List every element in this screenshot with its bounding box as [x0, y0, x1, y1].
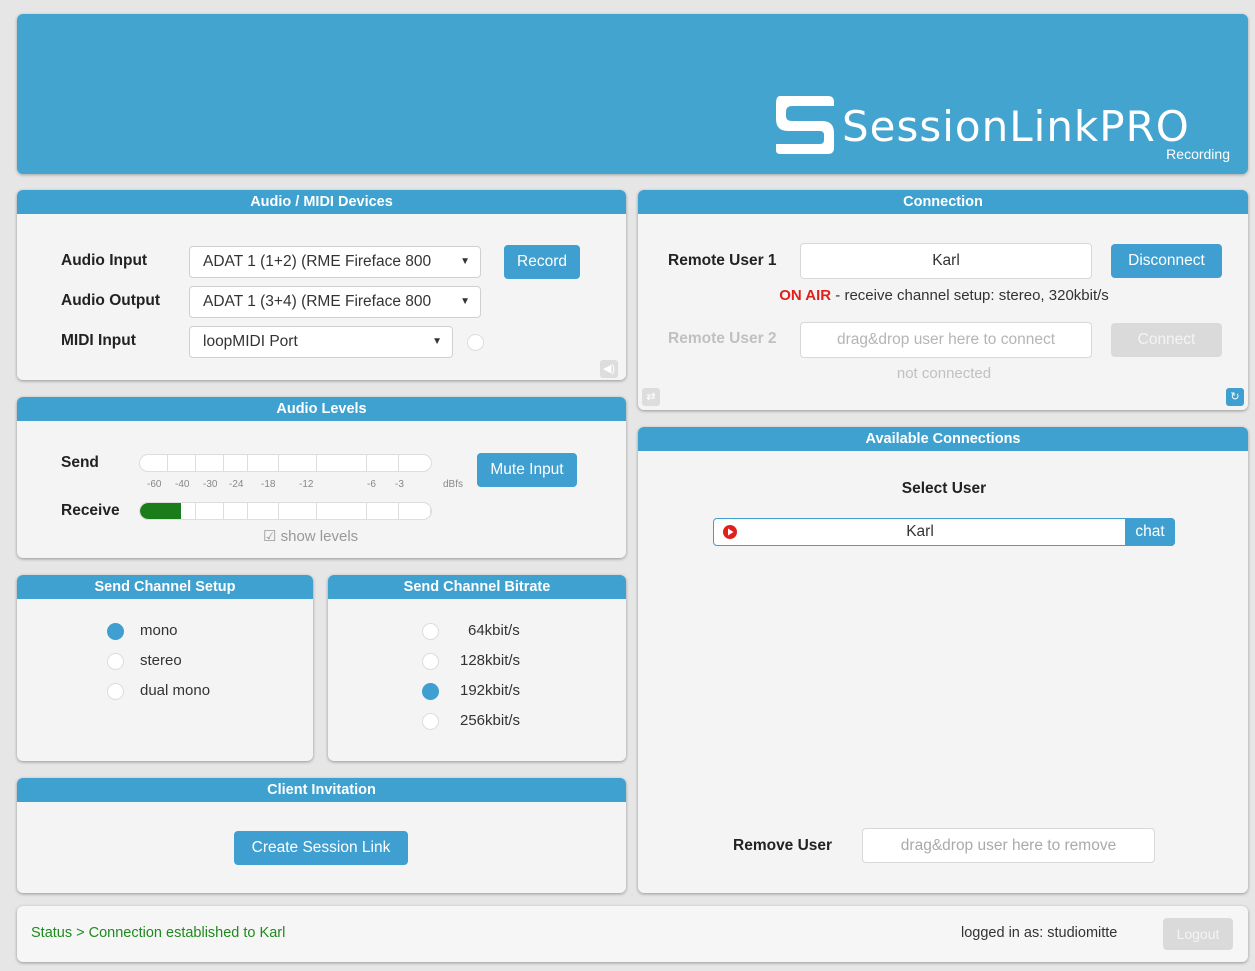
logo-s-mark-icon — [776, 96, 834, 154]
radio-mono[interactable] — [107, 623, 124, 640]
radio-256kbit[interactable] — [422, 713, 439, 730]
radio-dual-mono[interactable] — [107, 683, 124, 700]
status-text: Status > Connection established to Karl — [31, 925, 286, 941]
audio-output-label: Audio Output — [61, 292, 160, 309]
radio-stereo[interactable] — [107, 653, 124, 670]
send-label: Send — [61, 454, 99, 471]
chat-button[interactable]: chat — [1125, 518, 1175, 546]
bitrate-panel: Send Channel Bitrate 64kbit/s 128kbit/s … — [328, 575, 626, 761]
connection-panel: Connection Remote User 1 Karl Disconnect… — [638, 190, 1248, 410]
radio-64kbit[interactable] — [422, 623, 439, 640]
available-title: Available Connections — [638, 427, 1248, 451]
remove-user-label: Remove User — [733, 837, 833, 854]
midi-input-value: loopMIDI Port — [203, 333, 298, 350]
midi-activity-indicator — [467, 334, 484, 351]
receive-meter — [139, 502, 432, 520]
midi-input-select[interactable]: loopMIDI Port ▼ — [189, 326, 453, 358]
devices-panel: Audio / MIDI Devices Audio Input ADAT 1 … — [17, 190, 626, 380]
audio-output-select[interactable]: ADAT 1 (3+4) (RME Fireface 800 ▼ — [189, 286, 481, 318]
audio-input-label: Audio Input — [61, 252, 148, 269]
bitrate-title: Send Channel Bitrate — [328, 575, 626, 599]
on-air-badge: ON AIR — [779, 287, 832, 304]
refresh-icon[interactable]: ↻ — [1226, 388, 1244, 406]
logout-button[interactable]: Logout — [1163, 918, 1233, 950]
tick-label: -3 — [395, 479, 404, 490]
chevron-down-icon: ▼ — [432, 336, 442, 347]
user-name: Karl — [906, 523, 934, 540]
show-levels-checkbox[interactable]: ☑ show levels — [263, 527, 358, 545]
levels-panel-title: Audio Levels — [17, 397, 626, 421]
tick-label: -12 — [299, 479, 314, 490]
radio-label: stereo — [140, 652, 182, 669]
tick-label: -30 — [203, 479, 218, 490]
chevron-down-icon: ▼ — [460, 256, 470, 267]
available-panel: Available Connections Select User Karl c… — [638, 427, 1248, 893]
tick-label: dBfs — [443, 479, 464, 490]
connection-title: Connection — [638, 190, 1248, 214]
remote-user-1-status: ON AIR - receive channel setup: stereo, … — [638, 287, 1248, 304]
radio-label: 64kbit/s — [468, 622, 520, 639]
radio-label: mono — [140, 622, 178, 639]
receive-label: Receive — [61, 502, 120, 519]
invitation-title: Client Invitation — [17, 778, 626, 802]
tick-label: -60 — [147, 479, 162, 490]
radio-192kbit[interactable] — [422, 683, 439, 700]
radio-128kbit[interactable] — [422, 653, 439, 670]
remote-user-1-label: Remote User 1 — [668, 252, 777, 269]
create-session-link-button[interactable]: Create Session Link — [234, 831, 408, 865]
tick-label: -40 — [175, 479, 190, 490]
show-levels-label: show levels — [280, 528, 359, 545]
remote-user-2-status: not connected — [896, 365, 992, 382]
status-bar: Status > Connection established to Karl … — [17, 906, 1248, 962]
radio-label: 256kbit/s — [460, 712, 521, 729]
tick-label: -6 — [367, 479, 376, 490]
channel-setup-info: - receive channel setup: stereo, 320kbit… — [831, 287, 1109, 304]
audio-output-value: ADAT 1 (3+4) (RME Fireface 800 — [203, 293, 432, 310]
radio-label: dual mono — [140, 682, 211, 699]
disconnect-button[interactable]: Disconnect — [1111, 244, 1222, 278]
swap-icon[interactable]: ⇄ — [642, 388, 660, 406]
levels-panel: Audio Levels Send -60 -40 -30 -24 -18 -1… — [17, 397, 626, 558]
connect-button[interactable]: Connect — [1111, 323, 1222, 357]
channel-setup-panel: Send Channel Setup mono stereo dual mono — [17, 575, 313, 761]
record-button[interactable]: Record — [504, 245, 580, 279]
devices-panel-title: Audio / MIDI Devices — [17, 190, 626, 214]
checkbox-checked-icon: ☑ — [263, 528, 277, 545]
remote-user-1-field[interactable]: Karl — [800, 243, 1092, 279]
remote-user-2-label: Remote User 2 — [668, 330, 777, 347]
remove-user-field[interactable]: drag&drop user here to remove — [862, 828, 1155, 863]
send-meter — [139, 454, 432, 472]
midi-input-label: MIDI Input — [61, 332, 136, 349]
select-user-label: Select User — [901, 480, 987, 497]
meter-ticks: -60 -40 -30 -24 -18 -12 -6 -3 dBfs — [139, 479, 469, 493]
receive-meter-fill — [140, 503, 181, 519]
app-header: SessionLinkPRO Recording — [17, 14, 1248, 174]
speaker-icon[interactable]: ◀) — [600, 360, 618, 378]
radio-label: 128kbit/s — [460, 652, 521, 669]
user-list-item[interactable]: Karl chat — [713, 518, 1175, 546]
logged-in-text: logged in as: studiomitte — [961, 925, 1118, 941]
mute-input-button[interactable]: Mute Input — [477, 453, 577, 487]
tick-label: -24 — [229, 479, 244, 490]
audio-input-value: ADAT 1 (1+2) (RME Fireface 800 — [203, 253, 432, 270]
chevron-down-icon: ▼ — [460, 296, 470, 307]
remote-user-2-field[interactable]: drag&drop user here to connect — [800, 322, 1092, 358]
tick-label: -18 — [261, 479, 276, 490]
logo: SessionLinkPRO Recording — [772, 90, 1232, 170]
audio-input-select[interactable]: ADAT 1 (1+2) (RME Fireface 800 ▼ — [189, 246, 481, 278]
channel-setup-title: Send Channel Setup — [17, 575, 313, 599]
invitation-panel: Client Invitation Create Session Link — [17, 778, 626, 893]
logo-subtitle: Recording — [1166, 146, 1230, 162]
radio-label: 192kbit/s — [460, 682, 521, 699]
logo-text: SessionLinkPRO — [842, 102, 1190, 151]
